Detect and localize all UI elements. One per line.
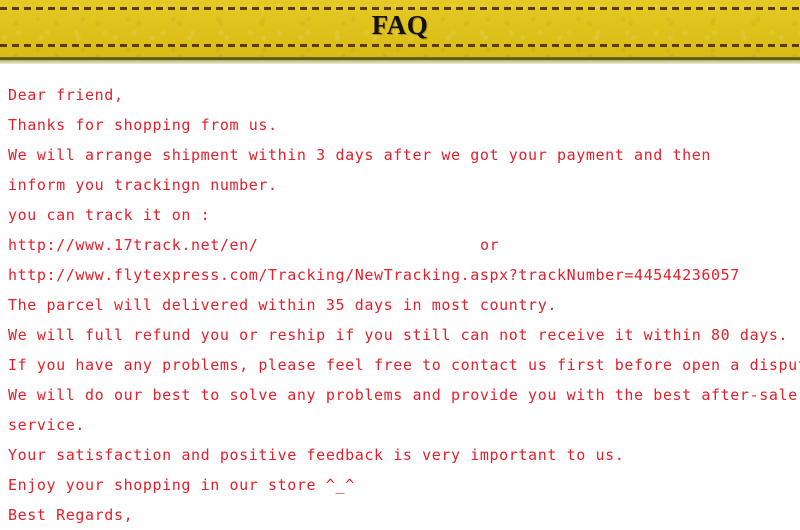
letter-line: Dear friend, bbox=[8, 86, 124, 104]
letter-line: If you have any problems, please feel fr… bbox=[8, 356, 800, 374]
faq-banner: FAQ bbox=[0, 0, 800, 57]
faq-letter-body: Dear friend, Thanks for shopping from us.… bbox=[0, 64, 800, 530]
letter-line: We will arrange shipment within 3 days a… bbox=[8, 146, 712, 164]
letter-line: Thanks for shopping from us. bbox=[8, 116, 278, 134]
letter-line-text: http://www.17track.net/en/ bbox=[8, 236, 259, 254]
letter-line: Your satisfaction and positive feedback … bbox=[8, 446, 625, 464]
letter-line: The parcel will delivered within 35 days… bbox=[8, 296, 557, 314]
letter-line-or: or bbox=[480, 236, 500, 254]
letter-line: http://www.flytexpress.com/Tracking/NewT… bbox=[8, 266, 740, 284]
letter-line: Enjoy your shopping in our store ^_^ bbox=[8, 476, 355, 494]
letter-line: http://www.17track.net/en/or bbox=[8, 230, 800, 260]
letter-line: inform you trackingn number. bbox=[8, 176, 278, 194]
letter-line: We will full refund you or reship if you… bbox=[8, 326, 789, 344]
page-title: FAQ bbox=[371, 10, 429, 40]
letter-line: service. bbox=[8, 416, 86, 434]
letter-line: you can track it on : bbox=[8, 206, 211, 224]
letter-line: We will do our best to solve any problem… bbox=[8, 386, 798, 404]
